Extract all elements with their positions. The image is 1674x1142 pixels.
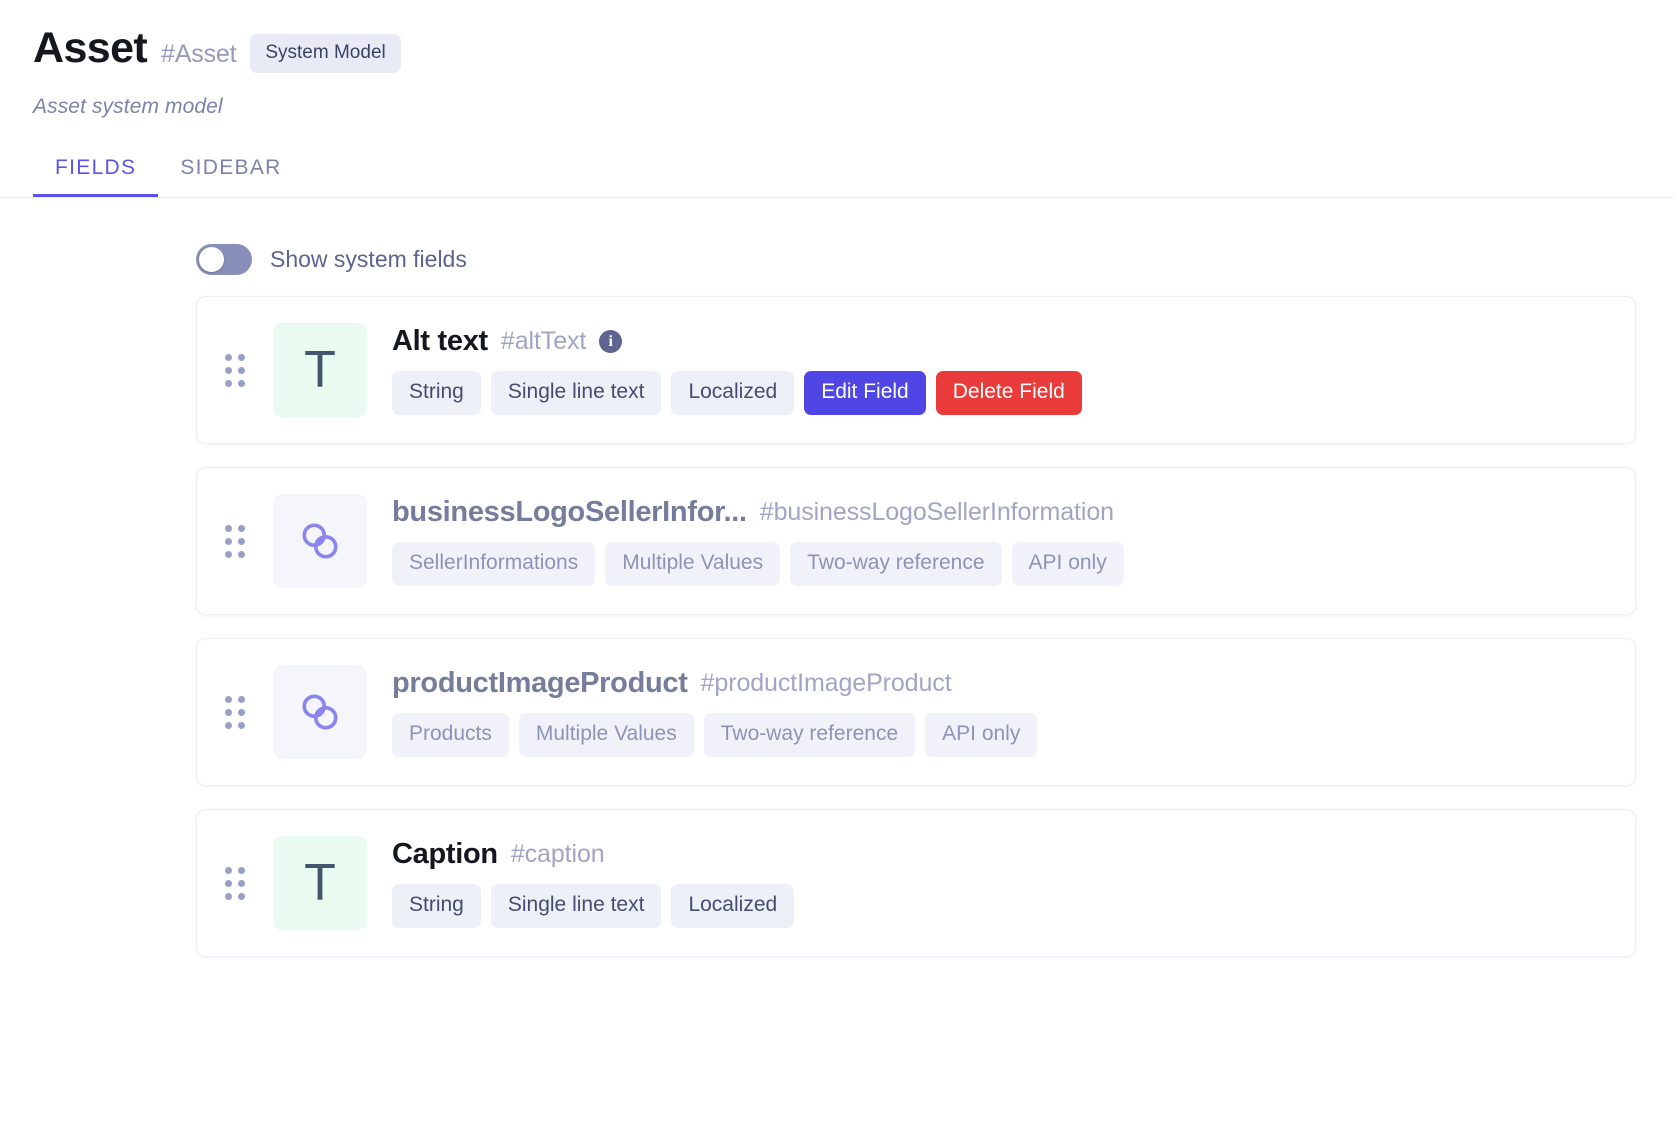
delete-field-button[interactable]: Delete Field — [936, 371, 1082, 415]
show-system-fields-row: Show system fields — [196, 244, 1674, 275]
field-card[interactable]: T Caption #caption StringSingle line textLo… — [196, 809, 1636, 957]
field-api-id: #caption — [511, 840, 605, 869]
page-api-id: #Asset — [161, 40, 236, 69]
field-body: Caption #caption StringSingle line textLoc… — [392, 838, 1611, 928]
link-icon-svg — [297, 689, 343, 735]
edit-field-button[interactable]: Edit Field — [804, 371, 926, 415]
field-name-row: businessLogoSellerInfor... #businessLogoS… — [392, 496, 1611, 529]
show-system-fields-label: Show system fields — [270, 246, 467, 273]
info-icon[interactable]: i — [599, 330, 622, 353]
field-tag: Single line text — [491, 371, 662, 415]
show-system-fields-toggle[interactable] — [196, 244, 252, 275]
field-tag: Two-way reference — [704, 713, 915, 757]
field-body: productImageProduct #productImageProduct P… — [392, 667, 1611, 757]
field-card[interactable]: productImageProduct #productImageProduct P… — [196, 638, 1636, 786]
field-api-id: #businessLogoSellerInformation — [760, 498, 1114, 527]
text-glyph: T — [304, 344, 336, 396]
title-row: Asset #Asset System Model — [33, 26, 1674, 77]
field-tag-row: ProductsMultiple ValuesTwo-way reference… — [392, 713, 1611, 757]
tab-sidebar[interactable]: SIDEBAR — [158, 146, 303, 197]
drag-handle-icon[interactable] — [225, 354, 251, 387]
text-glyph: T — [304, 857, 336, 909]
page-subtitle: Asset system model — [33, 95, 1674, 119]
field-tag: Localized — [671, 371, 794, 415]
page-title: Asset — [33, 26, 147, 71]
field-api-id: #productImageProduct — [701, 669, 952, 698]
field-name: Caption — [392, 838, 498, 871]
field-name: businessLogoSellerInfor... — [392, 496, 747, 529]
field-name-row: Caption #caption — [392, 838, 1611, 871]
relation-link-icon — [273, 665, 367, 759]
field-tag-row: SellerInformationsMultiple ValuesTwo-way… — [392, 542, 1611, 586]
link-icon-svg — [297, 518, 343, 564]
field-tag: String — [392, 371, 481, 415]
field-tag: SellerInformations — [392, 542, 595, 586]
field-tag: Products — [392, 713, 509, 757]
field-tag: String — [392, 884, 481, 928]
page-header: Asset #Asset System Model Asset system m… — [0, 0, 1674, 119]
field-body: businessLogoSellerInfor... #businessLogoS… — [392, 496, 1611, 586]
text-type-icon: T — [273, 836, 367, 930]
field-name-row: Alt text #altText i — [392, 325, 1611, 358]
drag-handle-icon[interactable] — [225, 867, 251, 900]
field-tag: Two-way reference — [790, 542, 1001, 586]
field-body: Alt text #altText i StringSingle line textL… — [392, 325, 1611, 415]
field-tag: Multiple Values — [519, 713, 694, 757]
field-name-row: productImageProduct #productImageProduct — [392, 667, 1611, 700]
drag-handle-icon[interactable] — [225, 525, 251, 558]
field-api-id: #altText — [501, 327, 586, 356]
field-tag: API only — [925, 713, 1037, 757]
tab-fields[interactable]: FIELDS — [33, 146, 158, 197]
field-tag: Single line text — [491, 884, 662, 928]
field-list: TAlt text#altTextiStringSingle line text… — [0, 296, 1674, 957]
field-name: Alt text — [392, 325, 488, 358]
toggle-knob — [199, 247, 224, 272]
field-tag: Multiple Values — [605, 542, 780, 586]
field-card[interactable]: businessLogoSellerInfor... #businessLogoS… — [196, 467, 1636, 615]
field-tag-row: StringSingle line textLocalizedEdit Fiel… — [392, 371, 1611, 415]
relation-link-icon — [273, 494, 367, 588]
drag-handle-icon[interactable] — [225, 696, 251, 729]
field-card[interactable]: T Alt text #altText i StringSingle line text… — [196, 296, 1636, 444]
field-name: productImageProduct — [392, 667, 688, 700]
field-tag-row: StringSingle line textLocalized — [392, 884, 1611, 928]
text-type-icon: T — [273, 323, 367, 417]
field-tag: Localized — [671, 884, 794, 928]
tab-bar: FIELDS SIDEBAR — [0, 146, 1674, 198]
field-tag: API only — [1012, 542, 1124, 586]
system-model-badge: System Model — [250, 34, 400, 73]
